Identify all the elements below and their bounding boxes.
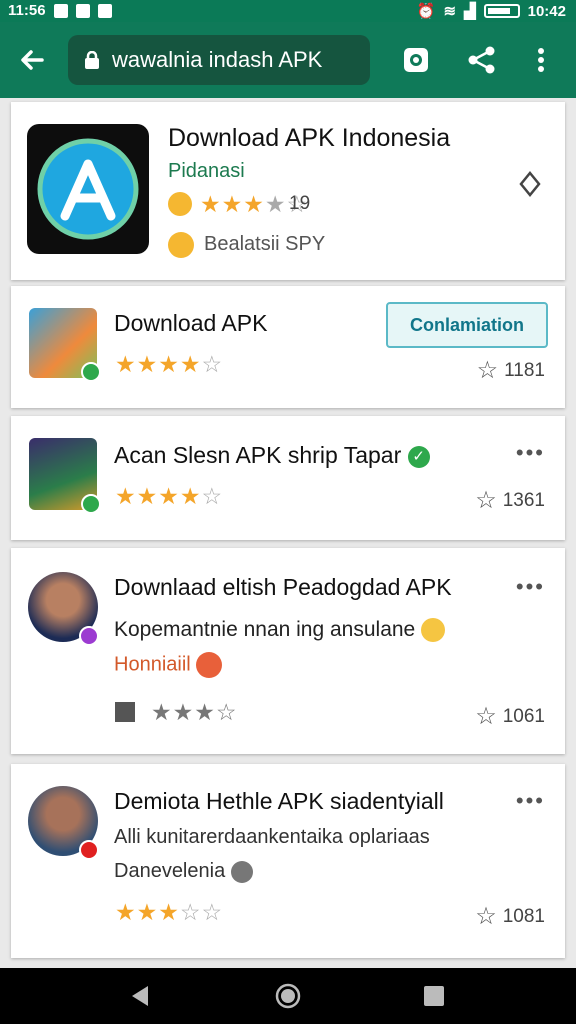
url-field[interactable]: wawalnia indash APK — [68, 35, 370, 85]
back-arrow-icon[interactable] — [14, 42, 50, 78]
more-vert-icon[interactable] — [523, 42, 559, 78]
emoji-icon — [196, 652, 223, 678]
list-item[interactable]: Download APK ★ ★ ★ ★ ☆ Conlamiation ☆ 1181 — [11, 286, 565, 408]
status-dot-icon — [79, 840, 99, 860]
nav-back-icon[interactable] — [126, 982, 154, 1010]
star-outline-icon: ☆ — [476, 357, 499, 384]
signal-icon: ▟ — [464, 3, 476, 20]
featured-app-card[interactable]: Download APK Indonesia Pidanasi ★ ★ ★ ★ ☆ 19… — [11, 102, 565, 280]
star-outline-icon: ☆ — [475, 703, 497, 730]
item-description: Kopemantnie nnan ing ansulane — [114, 618, 446, 643]
status-dot-icon — [79, 626, 99, 646]
featured-tag: Bealatsii SPY — [204, 233, 326, 255]
camera-icon[interactable] — [398, 42, 434, 78]
verified-badge-icon — [81, 362, 101, 382]
app-bar: wawalnia indash APK — [0, 22, 576, 98]
item-rating-count: ☆ 1061 — [475, 703, 545, 730]
notification-icon-2 — [75, 3, 90, 18]
item-rating-count: ☆ 1361 — [475, 487, 545, 514]
home-icon — [115, 702, 135, 722]
list-item[interactable]: Downlaad eltish Peadogdad APK Kopemantni… — [11, 548, 565, 754]
app-icon — [27, 124, 149, 254]
developer-name[interactable]: Pidanasi — [168, 160, 245, 183]
item-title: Download APK — [114, 310, 268, 336]
item-rating-count: ☆ 1081 — [475, 903, 545, 930]
more-options-icon[interactable]: ••• — [516, 788, 545, 814]
lock-icon — [85, 51, 99, 69]
verified-check-icon: ✓ — [407, 445, 430, 468]
featured-title: Download APK Indonesia — [168, 124, 451, 152]
alarm-icon: ⏰ — [416, 3, 436, 20]
item-title: Acan Slesn APK shrip Tapar ✓ — [114, 442, 430, 469]
item-title: Demiota Hethle APK siadentyiall — [114, 788, 444, 814]
notification-icon-3 — [97, 3, 112, 18]
item-subtitle: Danevelenia — [114, 860, 253, 883]
wifi-icon: ≋ — [443, 3, 457, 20]
more-options-icon[interactable]: ••• — [516, 440, 545, 466]
status-time-right: 10:42 — [527, 2, 566, 20]
medal-icon — [168, 192, 192, 216]
emoji-icon — [421, 618, 446, 643]
item-title: Downlaad eltish Peadogdad APK — [114, 574, 452, 600]
list-item[interactable]: Demiota Hethle APK siadentyiall Alli kun… — [11, 764, 565, 958]
tag-icon — [168, 232, 194, 258]
install-button[interactable]: Conlamiation — [386, 302, 548, 348]
notification-icon — [53, 3, 68, 18]
url-text: wawalnia indash APK — [112, 47, 323, 72]
list-item[interactable]: Acan Slesn APK shrip Tapar ✓ ★ ★ ★ ★ ☆ ••• ☆… — [11, 416, 565, 540]
emoji-icon — [230, 860, 253, 883]
nav-home-icon[interactable] — [274, 982, 302, 1010]
more-options-icon[interactable]: ••• — [516, 574, 545, 600]
item-rating-count: ☆ 1181 — [476, 357, 545, 384]
share-icon[interactable] — [464, 42, 500, 78]
featured-rating-count: 19 — [289, 193, 311, 214]
item-subtitle: Honniaiil — [114, 652, 223, 678]
star-outline-icon: ☆ — [475, 487, 497, 514]
battery-icon — [483, 4, 520, 18]
verified-badge-icon — [81, 494, 101, 514]
item-rating-stars: ★ ★ ★ ★ ☆ — [115, 351, 223, 377]
status-time-left: 11:56 — [8, 2, 46, 19]
status-bar: 11:56 ⏰ ≋ ▟ 10:42 — [0, 0, 576, 22]
item-rating-stars: ★ ★ ★ ☆ — [151, 699, 237, 725]
pin-icon[interactable] — [517, 170, 543, 207]
system-nav-bar — [0, 968, 576, 1024]
item-description: Alli kunitarerdaankentaika oplariaas — [114, 826, 430, 848]
item-rating-stars: ★ ★ ★ ☆ ☆ — [115, 899, 223, 925]
nav-recents-icon[interactable] — [420, 982, 448, 1010]
star-outline-icon: ☆ — [475, 903, 497, 930]
item-rating-stars: ★ ★ ★ ★ ☆ — [115, 483, 223, 509]
